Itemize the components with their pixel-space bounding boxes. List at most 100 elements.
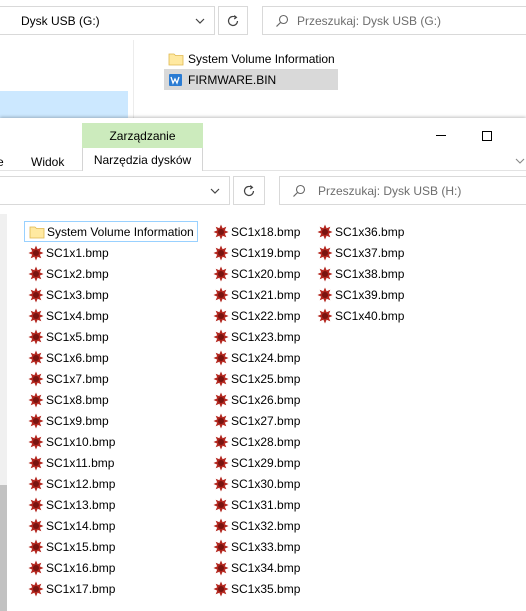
list-item-file[interactable]: SC1x30.bmp	[213, 473, 300, 494]
list-item-file[interactable]: SC1x11.bmp	[28, 452, 114, 473]
list-item-file[interactable]: SC1x21.bmp	[213, 284, 300, 305]
folder-icon	[168, 53, 184, 65]
list-item-file[interactable]: SC1x12.bmp	[28, 473, 115, 494]
list-item-file[interactable]: SC1x1.bmp	[28, 242, 109, 263]
item-label: SC1x17.bmp	[46, 581, 116, 596]
bmp-image-icon	[28, 455, 44, 470]
bin-file-icon	[169, 73, 182, 86]
bmp-image-icon	[213, 287, 229, 302]
list-item-file[interactable]: SC1x29.bmp	[213, 452, 300, 473]
list-item-file[interactable]: SC1x6.bmp	[28, 347, 109, 368]
list-item-file[interactable]: SC1x2.bmp	[28, 263, 109, 284]
item-label: SC1x1.bmp	[46, 245, 109, 260]
bmp-image-icon	[213, 371, 229, 386]
bmp-image-icon	[28, 308, 44, 323]
maximize-button[interactable]	[472, 126, 502, 146]
list-item-file[interactable]: SC1x14.bmp	[28, 515, 115, 536]
refresh-button[interactable]	[218, 6, 248, 35]
list-item-file[interactable]: FIRMWARE.BIN	[164, 69, 338, 90]
item-label: SC1x22.bmp	[231, 308, 301, 323]
bmp-image-icon	[213, 434, 229, 449]
list-item-file[interactable]: SC1x24.bmp	[213, 347, 300, 368]
bmp-image-icon	[28, 476, 44, 491]
refresh-button[interactable]	[233, 176, 265, 205]
list-item-file[interactable]: SC1x17.bmp	[28, 578, 115, 599]
bmp-image-icon	[28, 329, 44, 344]
item-label: SC1x11.bmp	[46, 455, 115, 470]
item-label: SC1x20.bmp	[231, 266, 301, 281]
front-explorer-window: e Widok Zarządzanie Narzędzia dysków Prz…	[0, 118, 526, 611]
list-item-file[interactable]: SC1x3.bmp	[28, 284, 109, 305]
list-item-file[interactable]: SC1x8.bmp	[28, 389, 109, 410]
nav-pane-scrollbar-thumb[interactable]	[0, 485, 7, 611]
list-item-file[interactable]: SC1x16.bmp	[28, 557, 115, 578]
bmp-image-icon	[317, 266, 333, 281]
list-item-file[interactable]: SC1x27.bmp	[213, 410, 300, 431]
bmp-image-icon	[28, 560, 44, 575]
list-item-file[interactable]: SC1x38.bmp	[317, 263, 404, 284]
bmp-image-icon	[28, 518, 44, 533]
list-item-file[interactable]: SC1x26.bmp	[213, 389, 300, 410]
list-item-file[interactable]: SC1x32.bmp	[213, 515, 300, 536]
list-item-file[interactable]: SC1x4.bmp	[28, 305, 109, 326]
folder-icon	[29, 226, 45, 238]
item-label: SC1x39.bmp	[335, 287, 405, 302]
item-label: FIRMWARE.BIN	[188, 72, 277, 87]
minimize-button[interactable]	[426, 126, 456, 146]
list-item-file[interactable]: SC1x33.bmp	[213, 536, 300, 557]
item-label: SC1x21.bmp	[231, 287, 301, 302]
bmp-image-icon	[317, 287, 333, 302]
item-label: SC1x30.bmp	[231, 476, 301, 491]
list-item-file[interactable]: SC1x37.bmp	[317, 242, 404, 263]
item-label: SC1x29.bmp	[231, 455, 301, 470]
bmp-image-icon	[213, 455, 229, 470]
list-item-file[interactable]: SC1x19.bmp	[213, 242, 300, 263]
list-item-file[interactable]: SC1x15.bmp	[28, 536, 115, 557]
list-item-file[interactable]: SC1x31.bmp	[213, 494, 300, 515]
item-label: SC1x9.bmp	[46, 413, 109, 428]
bmp-image-icon	[213, 329, 229, 344]
list-item-file[interactable]: SC1x36.bmp	[317, 221, 404, 242]
list-item-file[interactable]: SC1x28.bmp	[213, 431, 300, 452]
list-item-file[interactable]: SC1x9.bmp	[28, 410, 109, 431]
bmp-image-icon	[28, 350, 44, 365]
list-item-folder[interactable]: System Volume Information	[24, 221, 198, 242]
search-input[interactable]: Przeszukaj: Dysk USB (G:)	[262, 6, 526, 35]
list-item-file[interactable]: SC1x5.bmp	[28, 326, 109, 347]
address-bar[interactable]: Dysk USB (G:)	[0, 6, 215, 35]
search-input[interactable]: Przeszukaj: Dysk USB (H:)	[279, 176, 526, 205]
list-item-file[interactable]: SC1x23.bmp	[213, 326, 300, 347]
tab-drive-tools[interactable]: Narzędzia dysków	[82, 148, 203, 171]
tab-view[interactable]: Widok	[31, 155, 64, 169]
expand-ribbon-button[interactable]	[512, 154, 526, 168]
bmp-image-icon	[213, 350, 229, 365]
list-item-file[interactable]: SC1x22.bmp	[213, 305, 300, 326]
address-history-button[interactable]	[186, 7, 214, 34]
address-bar[interactable]	[0, 176, 230, 205]
tab-share[interactable]: e	[0, 155, 4, 169]
list-item-folder[interactable]: System Volume Information	[164, 48, 335, 69]
item-label: SC1x13.bmp	[46, 497, 116, 512]
bmp-image-icon	[28, 287, 44, 302]
search-icon	[276, 14, 289, 27]
list-item-file[interactable]: SC1x13.bmp	[28, 494, 115, 515]
chevron-down-icon	[195, 18, 205, 24]
list-item-file[interactable]: SC1x34.bmp	[213, 557, 300, 578]
list-item-file[interactable]: SC1x40.bmp	[317, 305, 404, 326]
list-item-file[interactable]: SC1x39.bmp	[317, 284, 404, 305]
list-item-file[interactable]: SC1x25.bmp	[213, 368, 300, 389]
list-item-file[interactable]: SC1x7.bmp	[28, 368, 109, 389]
list-item-file[interactable]: SC1x18.bmp	[213, 221, 300, 242]
pane-divider[interactable]	[133, 40, 134, 118]
item-label: SC1x15.bmp	[46, 539, 116, 554]
search-placeholder: Przeszukaj: Dysk USB (H:)	[318, 183, 462, 198]
back-explorer-window: Dysk USB (G:) Przeszukaj: Dysk USB (G:) …	[0, 0, 526, 118]
list-item-file[interactable]: SC1x20.bmp	[213, 263, 300, 284]
address-history-button[interactable]	[201, 177, 229, 204]
list-item-file[interactable]: SC1x10.bmp	[28, 431, 115, 452]
list-item-file[interactable]: SC1x35.bmp	[213, 578, 300, 599]
item-label: SC1x36.bmp	[335, 224, 405, 239]
item-label: SC1x6.bmp	[46, 350, 109, 365]
bmp-image-icon	[28, 497, 44, 512]
nav-pane-selected-item[interactable]	[0, 91, 128, 118]
